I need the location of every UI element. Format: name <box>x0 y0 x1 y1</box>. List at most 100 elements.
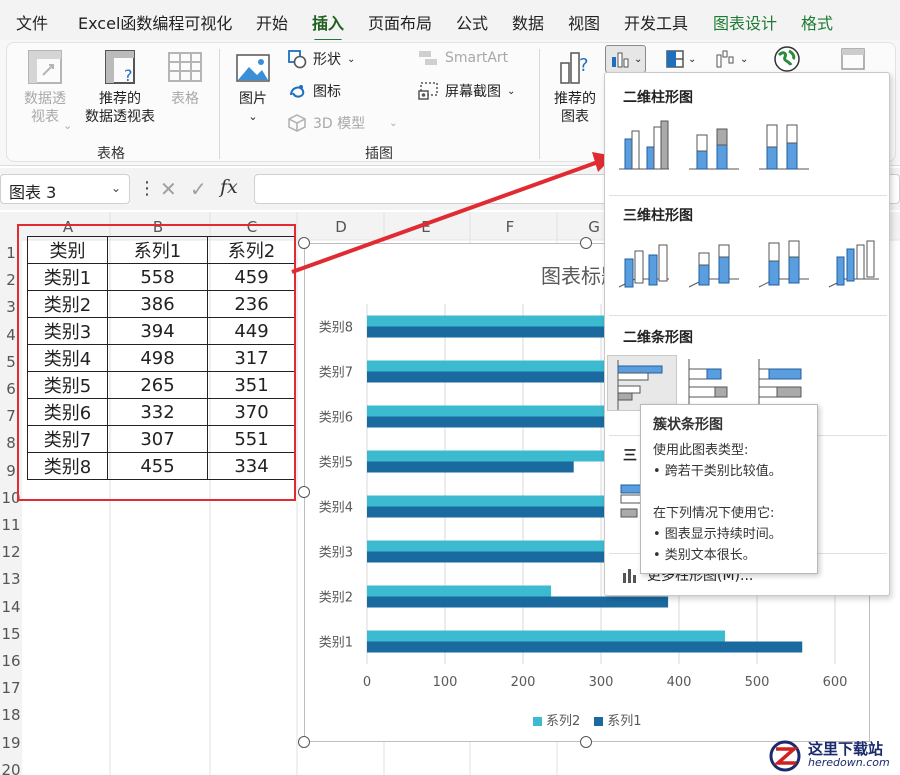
smartart-button[interactable]: SmartArt <box>417 49 508 67</box>
row-header[interactable]: 14 <box>0 598 22 616</box>
enter-icon[interactable]: ✓ <box>190 177 207 201</box>
y-category-label: 类别5 <box>319 456 353 471</box>
row-header[interactable]: 12 <box>0 543 22 561</box>
svg-text:?: ? <box>124 66 133 85</box>
column-header[interactable]: F <box>482 218 538 238</box>
section-3d-bar: 三 <box>623 448 637 464</box>
y-category-label: 类别3 <box>319 546 353 561</box>
legend-label: 系列1 <box>607 714 642 729</box>
group-separator <box>539 49 540 159</box>
percent-stacked-bar-icon[interactable] <box>755 355 813 411</box>
legend-item-series1: 系列1 <box>594 710 642 729</box>
3d-column-icon[interactable] <box>825 235 883 291</box>
table-button[interactable]: 表格 <box>165 49 205 108</box>
y-category-label: 类别1 <box>319 636 353 651</box>
3d-percent-stacked-column-icon[interactable] <box>755 235 813 291</box>
bar-series2 <box>367 585 552 597</box>
chart-type-tooltip: 簇状条形图 使用此图表类型: • 跨若干类别比较值。 在下列情况下使用它: • … <box>640 404 818 574</box>
row-header[interactable]: 19 <box>0 734 22 752</box>
tab-data[interactable]: 数据 <box>512 10 544 34</box>
shapes-button[interactable]: 形状 ⌄ <box>287 49 355 69</box>
row-header[interactable]: 18 <box>0 706 22 724</box>
shapes-dropdown-icon: ⌄ <box>347 53 356 65</box>
3d-stacked-column-icon[interactable] <box>685 235 743 291</box>
row-header[interactable]: 16 <box>0 652 22 670</box>
more-icon: ⋮ <box>138 178 156 199</box>
x-tick-label: 600 <box>823 675 848 690</box>
resize-handle[interactable] <box>298 237 310 249</box>
row-header[interactable]: 15 <box>0 625 22 643</box>
row-header[interactable]: 17 <box>0 679 22 697</box>
svg-text:?: ? <box>579 55 589 76</box>
tab-view[interactable]: 视图 <box>568 10 600 34</box>
percent-stacked-column-icon[interactable] <box>755 117 813 173</box>
clustered-column-icon[interactable] <box>615 117 673 173</box>
bar-series1 <box>367 461 574 473</box>
watermark-logo-icon <box>769 740 801 771</box>
tab-page-layout[interactable]: 页面布局 <box>368 10 432 34</box>
recommended-pivot-button[interactable]: ? 推荐的 数据透视表 <box>77 49 163 126</box>
resize-handle[interactable] <box>298 736 310 748</box>
resize-handle[interactable] <box>580 237 592 249</box>
tab-excel-func[interactable]: Excel函数编程可视化 <box>78 10 232 34</box>
picture-button[interactable]: 图片 ⌄ <box>233 53 273 126</box>
watermark-en: heredown.com <box>808 755 890 769</box>
stacked-bar-icon[interactable] <box>685 355 743 411</box>
picture-icon <box>236 54 270 82</box>
pivot-chart-button[interactable] <box>839 45 867 73</box>
waterfall-chart-button[interactable]: ⌄ <box>715 45 748 73</box>
picture-dropdown-icon: ⌄ <box>248 110 258 123</box>
section-3d-column: 三维柱形图 <box>623 208 693 224</box>
globe-icon <box>774 46 800 72</box>
3d-clustered-column-icon[interactable] <box>615 235 673 291</box>
recommended-charts-button[interactable]: ? 推荐的 图表 <box>547 49 603 126</box>
name-box-dropdown-icon[interactable]: ⌄ <box>111 181 121 195</box>
tab-developer[interactable]: 开发工具 <box>624 10 688 34</box>
tooltip-line: • 跨若干类别比较值。 <box>653 464 782 479</box>
screenshot-button[interactable]: 屏幕截图 ⌄ <box>417 81 515 101</box>
highlight-box <box>17 224 296 501</box>
legend-label: 系列2 <box>546 714 581 729</box>
chart-legend[interactable]: 系列2 系列1 <box>533 710 642 729</box>
hierarchy-chart-button[interactable]: ⌄ <box>665 45 696 73</box>
cancel-icon[interactable]: ✕ <box>160 177 177 201</box>
tab-format[interactable]: 格式 <box>801 10 833 34</box>
map-chart-button[interactable] <box>773 45 801 73</box>
icons-button[interactable]: 图标 <box>287 81 341 101</box>
stacked-column-icon[interactable] <box>685 117 743 173</box>
shapes-icon <box>288 50 307 69</box>
tab-formulas[interactable]: 公式 <box>456 10 488 34</box>
bar-series1 <box>367 416 626 428</box>
column-header[interactable]: E <box>398 218 454 238</box>
row-header[interactable]: 11 <box>0 516 22 534</box>
recommended-charts-icon: ? <box>560 52 589 84</box>
waterfall-chart-icon <box>716 50 734 68</box>
legend-item-series2: 系列2 <box>533 710 580 729</box>
tooltip-line: • 类别文本很长。 <box>653 548 756 563</box>
column-header[interactable]: D <box>313 218 369 238</box>
column-chart-button[interactable]: ⌄ <box>605 45 647 73</box>
name-box[interactable]: 图表 3 ⌄ <box>0 174 130 204</box>
y-category-label: 类别4 <box>319 501 353 516</box>
screenshot-dropdown-icon: ⌄ <box>507 85 516 97</box>
pivot-table-button[interactable]: 数据透 视表 ⌄ <box>17 49 73 132</box>
fx-icon[interactable]: fx <box>220 176 238 198</box>
tab-home[interactable]: 开始 <box>256 10 288 34</box>
y-category-label: 类别6 <box>319 411 353 426</box>
icons-label: 图标 <box>313 84 341 100</box>
model-3d-dropdown-icon: ⌄ <box>389 117 398 129</box>
tab-file[interactable]: 文件 <box>16 10 48 34</box>
row-header[interactable]: 13 <box>0 570 22 588</box>
illustrations-group-label: 插图 <box>365 146 393 162</box>
row-header[interactable]: 20 <box>0 761 22 775</box>
resize-handle[interactable] <box>580 736 592 748</box>
bar-series2 <box>367 630 726 642</box>
clustered-bar-icon[interactable] <box>607 355 677 411</box>
tab-insert[interactable]: 插入 <box>312 10 344 42</box>
tab-chart-design[interactable]: 图表设计 <box>713 10 777 34</box>
model-3d-button[interactable]: 3D 模型 ⌄ <box>287 113 398 133</box>
y-category-label: 类别2 <box>319 591 353 606</box>
x-tick-label: 100 <box>433 675 458 690</box>
resize-handle[interactable] <box>298 486 310 498</box>
hierarchy-chart-icon <box>666 50 684 68</box>
